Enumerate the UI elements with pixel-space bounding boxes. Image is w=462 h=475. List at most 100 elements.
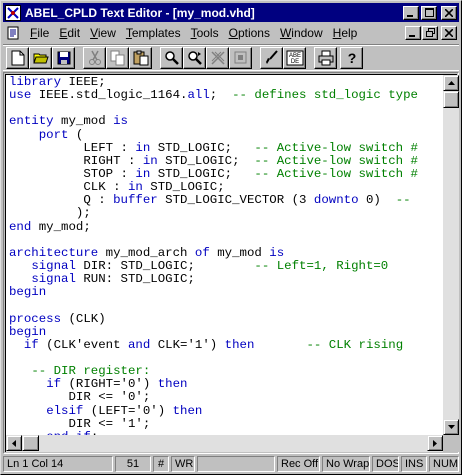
menu-bar: File Edit View Templates Tools Options W… [3, 23, 459, 42]
arrow-down-icon [447, 425, 455, 429]
vertical-scrollbar[interactable] [443, 75, 459, 435]
code-line[interactable]: process (CLK) [9, 311, 443, 326]
status-wr: WR [171, 456, 195, 472]
scroll-up-button[interactable] [443, 75, 459, 91]
code-token: my_mod_arch [98, 245, 195, 260]
mdi-close-button[interactable] [441, 25, 457, 40]
status-position: Ln 1 Col 14 [3, 456, 113, 472]
find-icon[interactable] [160, 46, 183, 69]
help-icon[interactable]: ? [340, 46, 363, 69]
find-next-icon[interactable] [183, 46, 206, 69]
horizontal-scroll-thumb[interactable] [22, 435, 39, 451]
code-line[interactable]: signal RUN: STD_LOGIC; [9, 273, 443, 286]
code-token: DIR <= '0'; [9, 390, 151, 405]
menu-tools[interactable]: Tools [186, 26, 224, 40]
code-token: (RIGHT='0') [61, 377, 158, 392]
editor-frame: library IEEE; use IEEE.std_logic_1164.all… [3, 72, 459, 454]
menu-view-accel: V [90, 25, 98, 40]
menu-view[interactable]: View [85, 26, 121, 40]
code-comment: -- CLK rising [306, 337, 404, 352]
code-keyword: downto [313, 193, 359, 208]
code-token: my_mod [209, 245, 270, 260]
code-keyword: all [187, 88, 210, 103]
minimize-button[interactable] [403, 5, 419, 20]
code-comment: -- defines std_logic type [232, 88, 418, 103]
svg-text:?: ? [347, 50, 356, 66]
code-keyword: is [113, 114, 128, 129]
code-token: RUN: STD_LOGIC; [75, 272, 195, 287]
code-comment: -- Left=1, Right=0 [254, 258, 389, 273]
cut-icon[interactable] [83, 46, 106, 69]
mdi-restore-button[interactable] [422, 25, 438, 40]
code-keyword: begin [9, 324, 47, 339]
open-folder-icon[interactable] [29, 46, 52, 69]
code-token: (CLK) [61, 311, 106, 326]
code-token: LEFT : [9, 140, 136, 155]
copy-icon[interactable] [106, 46, 129, 69]
status-bar: Ln 1 Col 14 51 # WR Rec Off No Wrap DOS … [3, 455, 459, 473]
toggle-icon[interactable] [229, 46, 252, 69]
toolbar: ABE DE ? [3, 44, 459, 71]
print-icon[interactable] [314, 46, 337, 69]
replace-icon[interactable] [206, 46, 229, 69]
paste-icon[interactable] [129, 46, 152, 69]
menu-templates-label: emplates [131, 25, 181, 40]
code-keyword: in [142, 153, 158, 168]
document-icon[interactable] [5, 25, 21, 41]
code-token: STOP : [9, 166, 136, 181]
abc-spell-icon[interactable]: ABE DE [283, 46, 306, 69]
code-token: STD_LOGIC; [150, 166, 255, 181]
menu-file[interactable]: File [25, 26, 54, 40]
menu-file-label: ile [37, 25, 50, 40]
menu-help[interactable]: Help [328, 26, 363, 40]
code-comment: -- DIR register: [31, 364, 151, 379]
code-keyword: begin [9, 285, 47, 300]
menu-edit[interactable]: Edit [54, 26, 85, 40]
code-token: Q : [9, 193, 114, 208]
app-icon[interactable] [5, 4, 21, 21]
svg-text:DE: DE [290, 59, 298, 65]
scrollbar-corner [443, 435, 459, 452]
code-token: ( [68, 127, 84, 142]
code-line[interactable]: begin [9, 286, 443, 299]
menu-options[interactable]: Options [224, 26, 275, 40]
code-keyword: architecture [9, 245, 99, 260]
code-line[interactable]: end my_mod; [9, 220, 443, 234]
scroll-down-button[interactable] [443, 419, 459, 435]
maximize-button[interactable] [421, 5, 437, 20]
code-comment: -- Active-low switch # [254, 166, 418, 181]
menu-window[interactable]: Window [275, 26, 328, 40]
code-line[interactable]: if (CLK'event and CLK='1') then -- CLK r… [9, 337, 443, 352]
code-text[interactable]: library IEEE; use IEEE.std_logic_1164.all… [6, 75, 443, 435]
new-file-icon[interactable] [6, 46, 29, 69]
brush-icon[interactable] [260, 46, 283, 69]
code-keyword: in [135, 140, 151, 155]
title-bar[interactable]: ABEL_CPLD Text Editor - [my_mod.vhd] [3, 3, 459, 22]
menu-templates[interactable]: Templates [121, 26, 186, 40]
status-hash: # [153, 456, 169, 472]
scroll-left-button[interactable] [6, 435, 22, 451]
save-icon[interactable] [52, 46, 75, 69]
close-button[interactable] [441, 5, 457, 20]
code-token: (LEFT='0') [83, 403, 173, 418]
code-line[interactable]: use IEEE.std_logic_1164.all; -- defines … [9, 89, 443, 102]
menu-help-label: elp [341, 25, 358, 40]
scroll-right-button[interactable] [427, 435, 443, 451]
horizontal-scrollbar[interactable] [6, 435, 443, 452]
app-window: ABEL_CPLD Text Editor - [my_mod.vhd] Fil… [0, 0, 462, 475]
menu-options-label: ptions [237, 25, 270, 40]
code-area[interactable]: library IEEE; use IEEE.std_logic_1164.all… [6, 75, 443, 435]
code-keyword: elsif [46, 403, 84, 418]
status-num: NUM [429, 456, 459, 472]
code-token: STD_LOGIC; [157, 153, 255, 168]
vertical-scroll-thumb[interactable] [443, 91, 459, 108]
menu-tools-label: ools [196, 25, 219, 40]
window-title: ABEL_CPLD Text Editor - [my_mod.vhd] [25, 5, 255, 20]
code-keyword: signal [31, 258, 76, 273]
mdi-minimize-button[interactable] [405, 25, 421, 40]
